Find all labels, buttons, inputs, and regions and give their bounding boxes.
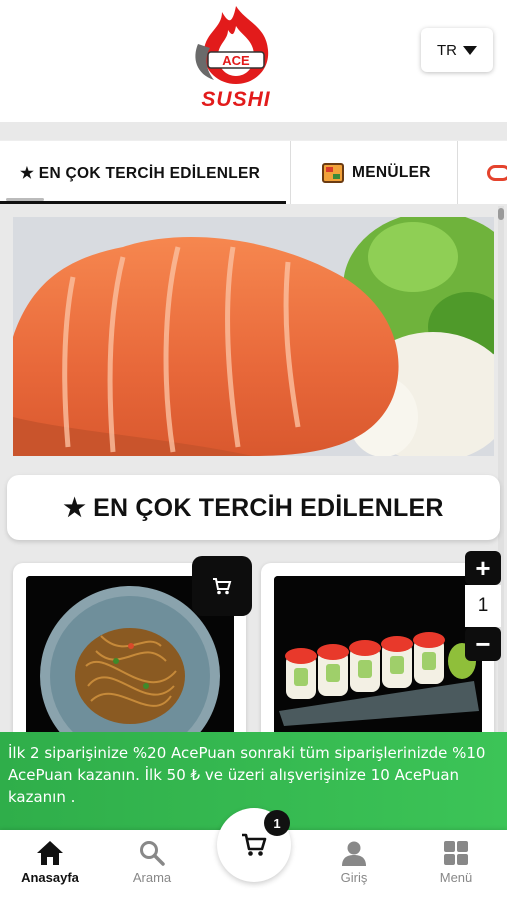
scrollbar-thumb[interactable] bbox=[498, 208, 504, 220]
app-header: ACE SUSHI TR bbox=[0, 0, 507, 122]
home-icon bbox=[37, 841, 63, 865]
promo-text: İlk 2 siparişinize %20 AcePuan sonraki t… bbox=[8, 744, 486, 806]
tab-menus[interactable]: MENÜLER bbox=[292, 141, 458, 204]
nav-login[interactable]: Giriş bbox=[314, 840, 394, 896]
cart-count-badge: 1 bbox=[264, 810, 290, 836]
sushi-icon bbox=[487, 165, 507, 181]
tab-most-preferred[interactable]: ★ EN ÇOK TERCİH EDİLENLER bbox=[0, 141, 291, 204]
add-to-cart-button[interactable] bbox=[192, 556, 252, 616]
nav-search-label: Arama bbox=[132, 870, 172, 885]
caret-down-icon bbox=[463, 45, 477, 55]
nav-home-label: Anasayfa bbox=[21, 870, 79, 885]
quantity-stepper: + 1 − bbox=[465, 551, 501, 661]
ace-sushi-logo[interactable]: ACE SUSHI bbox=[188, 4, 284, 112]
quantity-value: 1 bbox=[465, 585, 501, 627]
flame-logo-icon: ACE bbox=[195, 6, 269, 84]
tab-sushi[interactable] bbox=[459, 141, 507, 204]
category-tabs: ★ EN ÇOK TERCİH EDİLENLER MENÜLER bbox=[0, 140, 507, 204]
increase-quantity-button[interactable]: + bbox=[465, 551, 501, 585]
cart-icon bbox=[242, 833, 267, 856]
grid-icon bbox=[444, 841, 468, 865]
logo-text: SUSHI bbox=[201, 88, 271, 111]
nav-search[interactable]: Arama bbox=[112, 840, 192, 896]
sushi-roll-image bbox=[274, 576, 482, 756]
language-selector[interactable]: TR bbox=[421, 28, 493, 72]
nav-home[interactable]: Anasayfa bbox=[10, 840, 90, 896]
user-icon bbox=[342, 841, 366, 866]
nav-login-label: Giriş bbox=[340, 870, 368, 885]
decrease-quantity-button[interactable]: − bbox=[465, 627, 501, 661]
cart-icon bbox=[213, 578, 232, 595]
tab-menus-label: MENÜLER bbox=[352, 164, 431, 181]
section-title: ★ EN ÇOK TERCİH EDİLENLER bbox=[7, 475, 500, 540]
nav-menu-label: Menü bbox=[439, 870, 473, 885]
tab-most-preferred-label: ★ EN ÇOK TERCİH EDİLENLER bbox=[20, 164, 261, 182]
active-tab-underline bbox=[0, 201, 286, 204]
language-label: TR bbox=[437, 41, 457, 59]
nav-menu[interactable]: Menü bbox=[416, 840, 496, 896]
menu-box-icon bbox=[322, 163, 344, 183]
search-icon bbox=[140, 841, 165, 866]
logo-badge: ACE bbox=[222, 53, 250, 68]
hero-salmon-image bbox=[13, 217, 494, 456]
